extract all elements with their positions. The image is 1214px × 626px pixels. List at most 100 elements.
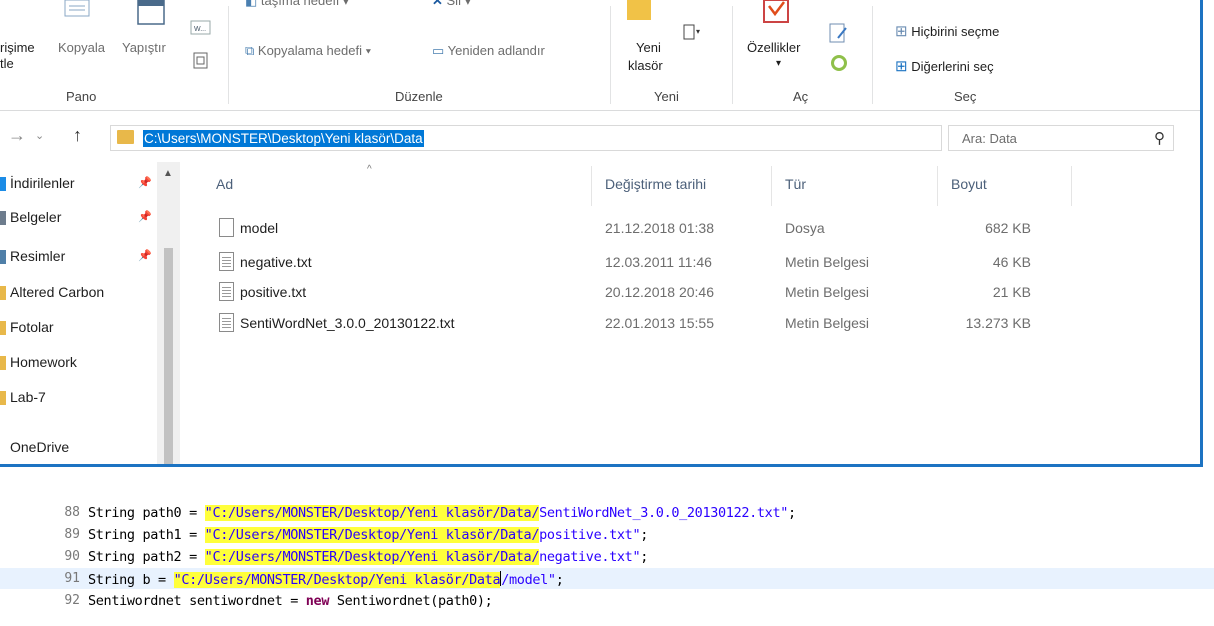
nav-item-label: İndirilenler <box>10 175 75 191</box>
invert-selection-button[interactable]: ⊞ Diğerlerini seç <box>895 57 994 75</box>
code-text[interactable]: String path2 = "C:/Users/MONSTER/Desktop… <box>88 549 648 565</box>
invert-selection-label: Diğerlerini seç <box>911 59 994 74</box>
folder-icon <box>117 130 134 144</box>
code-segment: String path2 = <box>88 549 205 565</box>
column-separator[interactable] <box>591 166 592 206</box>
column-separator[interactable] <box>937 166 938 206</box>
text-file-icon <box>219 313 234 332</box>
string-literal: /model" <box>501 572 556 588</box>
line-number: 92 <box>64 593 80 608</box>
nav-item-documents[interactable]: Belgeler 📌 <box>0 206 152 228</box>
delete-button[interactable]: ✕ Sil ▾ <box>432 0 471 9</box>
new-folder-line1[interactable]: Yeni <box>636 40 661 55</box>
folder-icon <box>0 356 6 370</box>
group-label-sec: Seç <box>954 89 977 104</box>
nav-item-label: Lab-7 <box>10 389 46 405</box>
nav-item-onedrive[interactable]: OneDrive <box>0 436 150 458</box>
copy-to-button[interactable]: ⧉ Kopyalama hedefi ▾ <box>245 43 371 59</box>
address-path[interactable]: C:\Users\MONSTER\Desktop\Yeni klasör\Dat… <box>143 130 424 147</box>
keyword: new <box>305 593 330 609</box>
nav-item-fotolar[interactable]: Fotolar <box>0 316 150 338</box>
svg-text:W...: W... <box>194 26 206 33</box>
recent-locations-icon[interactable]: ⌄ <box>35 129 44 142</box>
line-number: 88 <box>64 505 80 520</box>
downloads-icon <box>0 177 6 191</box>
pin-icon[interactable]: 📌 <box>138 206 152 228</box>
address-bar[interactable]: C:\Users\MONSTER\Desktop\Yeni klasör\Dat… <box>110 125 1041 151</box>
up-arrow-icon[interactable]: ↑ <box>73 125 82 146</box>
file-row-negative[interactable]: negative.txt 12.03.2011 11:46 Metin Belg… <box>195 248 1055 276</box>
search-icon[interactable]: ⚲ <box>1154 129 1165 147</box>
code-line-89[interactable]: 89 String path1 = "C:/Users/MONSTER/Desk… <box>0 524 1214 545</box>
paste-button[interactable]: Yapıştır <box>122 40 166 55</box>
code-line-92[interactable]: 92 Sentiwordnet sentiwordnet = new Senti… <box>0 590 1214 611</box>
nav-item-altered-carbon[interactable]: Altered Carbon <box>0 281 150 303</box>
column-separator[interactable] <box>1071 166 1072 206</box>
column-header-date[interactable]: Değiştirme tarihi <box>605 176 706 192</box>
copy-to-label: Kopyalama hedefi <box>257 43 362 58</box>
svg-text:▾: ▾ <box>696 27 700 36</box>
code-segment: Sentiwordnet sentiwordnet = <box>88 593 306 609</box>
column-header-type[interactable]: Tür <box>785 176 806 192</box>
ribbon-erisime-line1[interactable]: rişime <box>0 40 35 55</box>
ribbon: rişime tle Kopyala Yapıştır W... Pano ◧ … <box>0 0 1200 111</box>
code-text[interactable]: String path0 = "C:/Users/MONSTER/Desktop… <box>88 505 796 521</box>
file-type: Metin Belgesi <box>785 254 870 270</box>
navigation-pane: İndirilenler 📌 Belgeler 📌 Resimler 📌 Alt… <box>0 162 180 464</box>
properties-button[interactable]: Özellikler <box>747 40 800 55</box>
code-text[interactable]: String b = "C:/Users/MONSTER/Desktop/Yen… <box>88 571 564 588</box>
nav-item-label: Homework <box>10 354 77 370</box>
nav-item-label: Belgeler <box>10 209 62 225</box>
code-editor[interactable]: 88 String path0 = "C:/Users/MONSTER/Desk… <box>0 472 1214 626</box>
code-text[interactable]: String path1 = "C:/Users/MONSTER/Desktop… <box>88 527 648 543</box>
move-to-icon: ◧ <box>245 0 261 8</box>
file-row-positive[interactable]: positive.txt 20.12.2018 20:46 Metin Belg… <box>195 278 1055 306</box>
copy-button[interactable]: Kopyala <box>58 40 105 55</box>
new-folder-line2[interactable]: klasör <box>628 58 663 73</box>
ribbon-erisime-line2[interactable]: tle <box>0 56 14 71</box>
new-item-icon: ▾ <box>683 24 700 40</box>
file-row-sentiwordnet[interactable]: SentiWordNet_3.0.0_20130122.txt 22.01.20… <box>195 309 1055 337</box>
string-literal: negative.txt" <box>539 549 641 565</box>
code-line-91[interactable]: 91 String b = "C:/Users/MONSTER/Desktop/… <box>0 568 1214 589</box>
group-separator <box>872 6 873 104</box>
search-box[interactable]: Ara: Data ⚲ <box>948 125 1174 151</box>
highlighted-path: C:/Users/MONSTER/Desktop/Yeni klasör/Dat… <box>212 549 540 565</box>
nav-item-pictures[interactable]: Resimler 📌 <box>0 245 152 267</box>
select-none-button[interactable]: ⊞ Hiçbirini seçme <box>895 22 999 40</box>
file-date: 12.03.2011 11:46 <box>605 254 712 270</box>
pin-icon[interactable]: 📌 <box>138 172 152 194</box>
code-line-88[interactable]: 88 String path0 = "C:/Users/MONSTER/Desk… <box>0 502 1214 523</box>
scroll-thumb[interactable] <box>164 248 173 464</box>
rename-button[interactable]: ▭ Yeniden adlandır <box>432 43 545 59</box>
move-to-button[interactable]: ◧ taşıma hedefi ▾ <box>245 0 349 9</box>
file-name: SentiWordNet_3.0.0_20130122.txt <box>240 315 455 331</box>
pictures-icon <box>0 250 6 264</box>
nav-scrollbar[interactable]: ▲ <box>157 162 180 464</box>
group-label-duzenle: Düzenle <box>395 89 443 104</box>
text-file-icon <box>219 282 234 301</box>
text-file-icon <box>219 252 234 271</box>
pin-icon[interactable]: 📌 <box>138 245 152 267</box>
properties-dropdown[interactable]: ▾ <box>776 58 781 69</box>
nav-item-lab-7[interactable]: Lab-7 <box>0 386 150 408</box>
code-text[interactable]: Sentiwordnet sentiwordnet = new Sentiwor… <box>88 593 493 609</box>
search-placeholder: Ara: Data <box>962 131 1017 146</box>
nav-item-homework[interactable]: Homework <box>0 351 150 373</box>
file-row-model[interactable]: model 21.12.2018 01:38 Dosya 682 KB <box>195 214 1055 242</box>
column-header-size[interactable]: Boyut <box>951 176 987 192</box>
paste-shortcut-icon <box>193 52 208 69</box>
column-separator[interactable] <box>771 166 772 206</box>
code-line-90[interactable]: 90 String path2 = "C:/Users/MONSTER/Desk… <box>0 546 1214 567</box>
file-size: 21 KB <box>992 284 1031 300</box>
select-none-icon: ⊞ <box>895 23 908 40</box>
nav-item-downloads[interactable]: İndirilenler 📌 <box>0 172 152 194</box>
delete-label: Sil <box>446 0 461 8</box>
copy-path-icon: W... <box>190 20 211 35</box>
forward-arrow-icon[interactable]: → <box>8 125 26 146</box>
shortcut-icon <box>64 0 90 17</box>
column-header-name[interactable]: Ad <box>216 176 233 192</box>
scroll-up-icon[interactable]: ▲ <box>163 168 173 179</box>
window-border <box>0 464 1203 467</box>
folder-icon <box>0 286 6 300</box>
